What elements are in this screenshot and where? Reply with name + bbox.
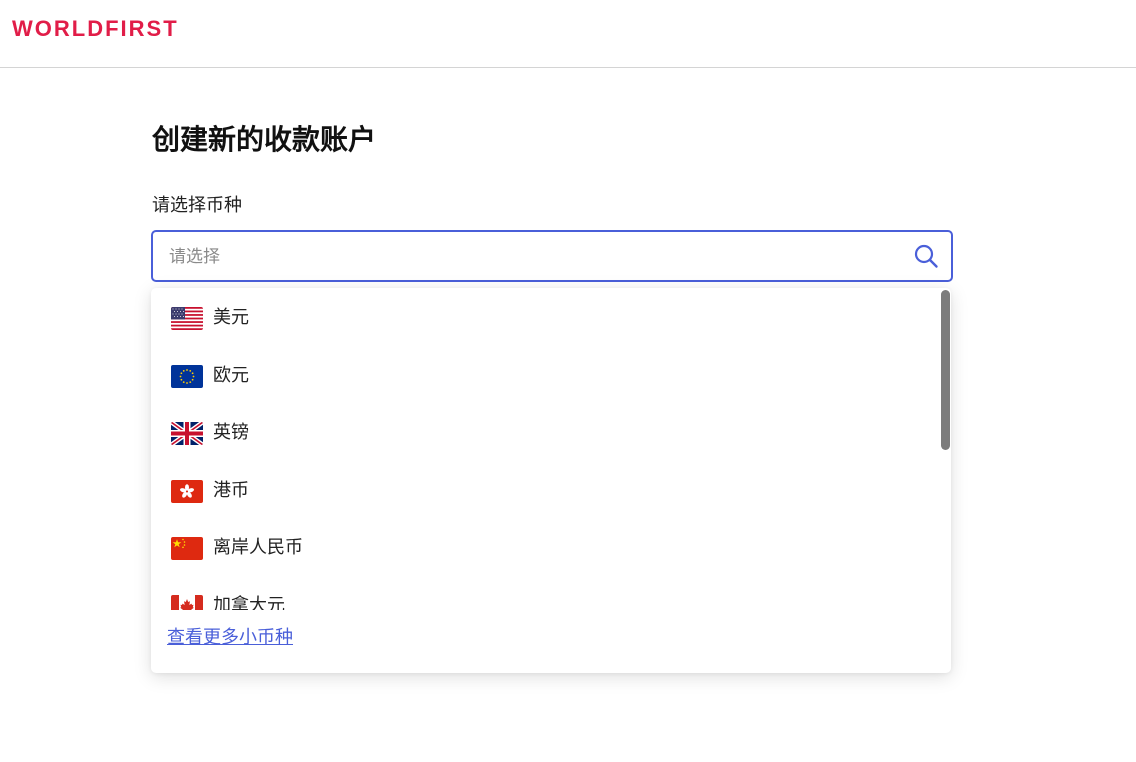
currency-option-hkd[interactable]: 港币 — [151, 461, 941, 519]
currency-option-label: 港币 — [213, 480, 249, 501]
us-flag-icon — [171, 307, 203, 330]
uk-flag-icon — [171, 422, 203, 445]
currency-option-label: 美元 — [213, 307, 249, 328]
search-icon[interactable] — [913, 243, 939, 269]
hk-flag-icon — [171, 480, 203, 503]
currency-option-label: 英镑 — [213, 422, 249, 443]
currency-option-gbp[interactable]: 英镑 — [151, 403, 941, 461]
currency-option-label: 加拿大元 — [213, 595, 285, 610]
currency-option-label: 欧元 — [213, 365, 249, 386]
currency-dropdown: 美元 欧元 英镑 港币 离岸人民币 加拿大元 查看更多小币种 — [151, 288, 951, 673]
eu-flag-icon — [171, 365, 203, 388]
dropdown-scrollbar[interactable] — [941, 290, 950, 450]
top-header: WORLDFIRST — [0, 0, 1136, 68]
page-title: 创建新的收款账户 — [152, 123, 377, 156]
cn-flag-icon — [171, 537, 203, 560]
currency-option-eur[interactable]: 欧元 — [151, 346, 941, 404]
currency-option-cnh[interactable]: 离岸人民币 — [151, 518, 941, 576]
worldfirst-logo[interactable]: WORLDFIRST — [12, 16, 179, 42]
currency-search-box[interactable] — [151, 230, 953, 282]
currency-field-label: 请选择币种 — [152, 195, 242, 216]
currency-option-list[interactable]: 美元 欧元 英镑 港币 离岸人民币 加拿大元 — [151, 288, 941, 610]
currency-search-input[interactable] — [167, 242, 891, 272]
currency-option-usd[interactable]: 美元 — [151, 288, 941, 346]
ca-flag-icon — [171, 595, 203, 610]
currency-option-label: 离岸人民币 — [213, 537, 303, 558]
currency-option-cad[interactable]: 加拿大元 — [151, 576, 941, 610]
view-more-currencies-link[interactable]: 查看更多小币种 — [167, 626, 293, 650]
